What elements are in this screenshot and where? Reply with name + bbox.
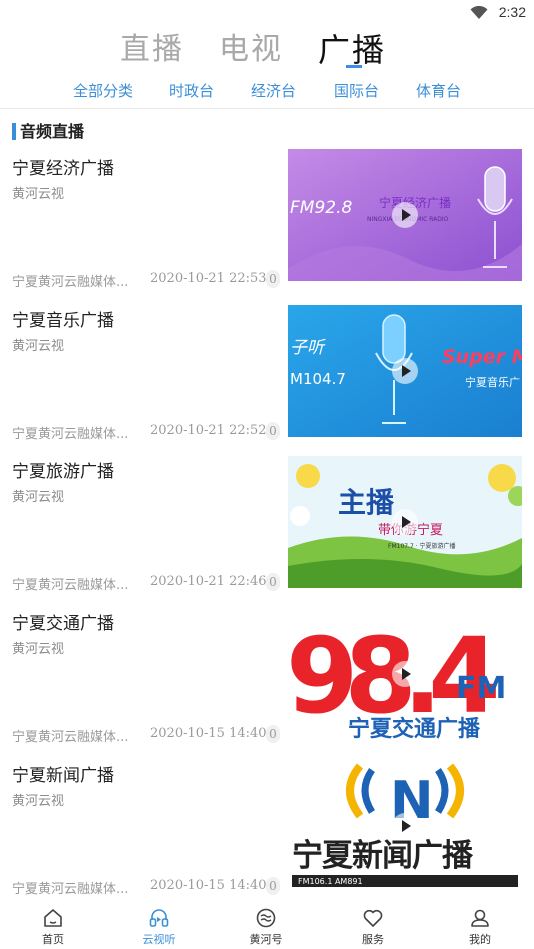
item-title: 宁夏经济广播 bbox=[12, 159, 114, 179]
bottom-nav: 首页 云视听 黄河号 服务 我的 bbox=[0, 903, 534, 949]
thumb-text: 宁夏音乐广 bbox=[465, 375, 520, 389]
category-tab-politics[interactable]: 时政台 bbox=[169, 78, 214, 104]
nav-label: 首页 bbox=[42, 933, 64, 946]
item-thumbnail[interactable]: FM92.8 宁夏经济广播 NINGXIA ECONOMIC RADIO bbox=[288, 149, 522, 281]
thumb-text: 宁夏交通广播 bbox=[348, 716, 481, 740]
thumb-text: 宁夏新闻广播 bbox=[292, 838, 474, 874]
category-tab-sports[interactable]: 体育台 bbox=[416, 78, 461, 104]
river-icon bbox=[256, 908, 276, 928]
category-tab-economy[interactable]: 经济台 bbox=[251, 78, 296, 104]
play-icon[interactable] bbox=[392, 813, 418, 839]
thumb-text: FM bbox=[456, 671, 506, 706]
item-channel: 黄河云视 bbox=[12, 642, 65, 657]
section-title: 音频直播 bbox=[20, 122, 85, 141]
category-tab-all[interactable]: 全部分类 bbox=[73, 78, 133, 104]
item-date: 2020-10-15 14:40 bbox=[150, 878, 267, 893]
home-icon bbox=[44, 909, 62, 927]
active-tab-indicator bbox=[346, 65, 362, 68]
item-date: 2020-10-21 22:46 bbox=[150, 574, 267, 589]
item-title: 宁夏旅游广播 bbox=[12, 462, 114, 482]
item-title: 宁夏交通广播 bbox=[12, 614, 114, 634]
item-thumbnail[interactable]: 98.4 FM 宁夏交通广播 bbox=[288, 608, 522, 740]
item-thumbnail[interactable]: 主播 带你游宁夏 FM107.7 · 宁夏旅游广播 bbox=[288, 456, 522, 588]
thumb-text: 子听 bbox=[290, 338, 326, 358]
item-source: 宁夏黄河云融媒体... bbox=[12, 275, 129, 290]
item-date: 2020-10-21 22:52 bbox=[150, 423, 267, 438]
tab-tv[interactable]: 电视 bbox=[219, 30, 283, 70]
item-thumbnail[interactable]: 子听 M104.7 Super M 宁夏音乐广 bbox=[288, 305, 522, 437]
list-item[interactable]: 宁夏旅游广播 黄河云视 宁夏黄河云融媒体... 2020-10-21 22:46… bbox=[0, 456, 534, 600]
status-time: 2:32 bbox=[498, 4, 526, 20]
item-date: 2020-10-21 22:53 bbox=[150, 271, 267, 286]
item-source: 宁夏黄河云融媒体... bbox=[12, 427, 129, 442]
nav-home[interactable]: 首页 bbox=[23, 903, 83, 949]
section-accent-bar bbox=[12, 123, 16, 140]
top-tab-bar: 直播 电视 广播 bbox=[0, 30, 534, 70]
tab-live[interactable]: 直播 bbox=[120, 30, 184, 70]
wifi-icon bbox=[470, 6, 488, 19]
play-icon[interactable] bbox=[392, 358, 418, 384]
item-thumbnail[interactable]: N 宁夏新闻广播 FM106.1 AM891 bbox=[288, 760, 522, 892]
thumb-text: FM107.7 · 宁夏旅游广播 bbox=[388, 542, 456, 550]
user-icon bbox=[471, 909, 489, 927]
category-tab-bar: 全部分类 时政台 经济台 国际台 体育台 bbox=[0, 78, 534, 104]
nav-service[interactable]: 服务 bbox=[343, 903, 403, 949]
item-view-count: 0 bbox=[266, 725, 280, 743]
item-view-count: 0 bbox=[266, 270, 280, 288]
nav-label: 云视听 bbox=[142, 933, 176, 946]
nav-yellow-river[interactable]: 黄河号 bbox=[236, 903, 296, 949]
item-date: 2020-10-15 14:40 bbox=[150, 726, 267, 741]
divider bbox=[0, 108, 534, 109]
item-channel: 黄河云视 bbox=[12, 490, 65, 505]
tab-radio-label: 广播 bbox=[318, 31, 387, 69]
item-view-count: 0 bbox=[266, 877, 280, 895]
item-source: 宁夏黄河云融媒体... bbox=[12, 730, 129, 745]
tab-radio[interactable]: 广播 bbox=[318, 30, 386, 70]
list-item[interactable]: 宁夏音乐广播 黄河云视 宁夏黄河云融媒体... 2020-10-21 22:52… bbox=[0, 305, 534, 449]
thumb-text: 主播 bbox=[338, 486, 395, 519]
nav-label: 服务 bbox=[362, 933, 384, 946]
list-item[interactable]: 宁夏交通广播 黄河云视 宁夏黄河云融媒体... 2020-10-15 14:40… bbox=[0, 608, 534, 752]
item-view-count: 0 bbox=[266, 422, 280, 440]
thumb-text: FM106.1 AM891 bbox=[298, 877, 363, 886]
heart-icon bbox=[363, 909, 383, 927]
list-item[interactable]: 宁夏新闻广播 黄河云视 宁夏黄河云融媒体... 2020-10-15 14:40… bbox=[0, 760, 534, 904]
item-channel: 黄河云视 bbox=[12, 187, 65, 202]
thumb-text: Super M bbox=[442, 346, 522, 368]
play-icon[interactable] bbox=[392, 509, 418, 535]
item-source: 宁夏黄河云融媒体... bbox=[12, 578, 129, 593]
thumb-text: FM92.8 bbox=[290, 198, 352, 218]
list-item[interactable]: 宁夏经济广播 黄河云视 宁夏黄河云融媒体... 2020-10-21 22:53… bbox=[0, 149, 534, 297]
nav-label: 我的 bbox=[469, 933, 491, 946]
item-title: 宁夏新闻广播 bbox=[12, 766, 114, 786]
item-view-count: 0 bbox=[266, 573, 280, 591]
status-bar: 2:32 bbox=[0, 0, 534, 26]
nav-cloud-listen[interactable]: 云视听 bbox=[129, 903, 189, 949]
nav-label: 黄河号 bbox=[249, 933, 283, 946]
category-tab-international[interactable]: 国际台 bbox=[334, 78, 379, 104]
item-source: 宁夏黄河云融媒体... bbox=[12, 882, 129, 897]
headphones-icon bbox=[149, 909, 169, 927]
nav-mine[interactable]: 我的 bbox=[450, 903, 510, 949]
thumb-text: M104.7 bbox=[290, 370, 346, 388]
item-title: 宁夏音乐广播 bbox=[12, 311, 114, 331]
play-icon[interactable] bbox=[392, 661, 418, 687]
item-channel: 黄河云视 bbox=[12, 794, 65, 809]
play-icon[interactable] bbox=[392, 202, 418, 228]
item-channel: 黄河云视 bbox=[12, 339, 65, 354]
